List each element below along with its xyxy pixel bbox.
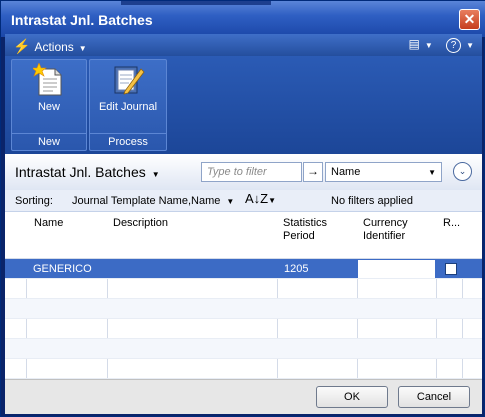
dialog-footer: OK Cancel bbox=[5, 379, 482, 414]
actions-menu[interactable]: ⚡ Actions ▼ bbox=[13, 38, 87, 55]
chevron-down-icon: ▼ bbox=[428, 168, 436, 177]
chevron-down-icon[interactable]: ▼ bbox=[425, 41, 433, 50]
column-header-description[interactable]: Description bbox=[113, 217, 168, 230]
page-title-text: Intrastat Jnl. Batches bbox=[15, 164, 146, 180]
new-button[interactable]: New bbox=[12, 63, 86, 113]
data-grid: Name Description Statistics Period Curre… bbox=[5, 212, 482, 379]
sorting-label: Sorting: bbox=[15, 195, 53, 207]
ribbon-group-label: Process bbox=[90, 133, 166, 150]
page-title[interactable]: Intrastat Jnl. Batches ▼ bbox=[15, 164, 160, 180]
lightning-icon: ⚡ bbox=[13, 38, 31, 54]
sort-order-icon[interactable]: A↓Z▼ bbox=[245, 191, 276, 206]
chevron-down-icon: ▼ bbox=[78, 44, 87, 53]
filter-field-value: Name bbox=[331, 166, 361, 178]
table-row[interactable] bbox=[5, 319, 482, 339]
ribbon-group-process: Edit Journal Process bbox=[89, 59, 167, 151]
column-header-statistics-period[interactable]: Statistics Period bbox=[283, 217, 343, 243]
actions-label: Actions bbox=[34, 40, 74, 54]
close-icon: ✕ bbox=[463, 11, 476, 27]
help-icon[interactable]: ? bbox=[446, 38, 462, 53]
r-checkbox[interactable] bbox=[445, 263, 457, 275]
table-row[interactable] bbox=[5, 339, 482, 359]
chevron-down-icon: ▼ bbox=[268, 196, 277, 205]
ribbon-group-label: New bbox=[12, 133, 86, 150]
close-button[interactable]: ✕ bbox=[459, 9, 480, 30]
list-panel: Intrastat Jnl. Batches ▼ Type to filter →… bbox=[5, 154, 482, 379]
window-title: Intrastat Jnl. Batches bbox=[11, 12, 153, 28]
view-options-icon[interactable]: ▤ bbox=[408, 37, 419, 51]
chevron-down-icon[interactable]: ▼ bbox=[466, 41, 474, 50]
sort-bar: Sorting: Journal Template Name,Name ▼ A↓Z… bbox=[5, 190, 482, 212]
filter-status: No filters applied bbox=[331, 195, 413, 207]
column-header-name[interactable]: Name bbox=[34, 217, 63, 230]
edit-journal-label: Edit Journal bbox=[98, 101, 158, 113]
cancel-button[interactable]: Cancel bbox=[398, 386, 470, 408]
cell-name: GENERICO bbox=[33, 263, 92, 275]
sorting-value: Journal Template Name,Name bbox=[72, 195, 221, 207]
ok-button[interactable]: OK bbox=[316, 386, 388, 408]
grid-header: Name Description Statistics Period Curre… bbox=[5, 212, 482, 259]
actions-bar: ⚡ Actions ▼ ▤ ▼ ? ▼ bbox=[5, 34, 482, 56]
table-row[interactable]: GENERICO 1205 bbox=[5, 259, 482, 279]
ribbon-group-new: New New bbox=[11, 59, 87, 151]
edit-journal-icon bbox=[114, 66, 145, 95]
toolbar-right: ▤ ▼ ? ▼ bbox=[408, 37, 474, 53]
new-button-label: New bbox=[37, 101, 60, 113]
filter-field-select[interactable]: Name ▼ bbox=[325, 162, 442, 182]
dialog-window: Intrastat Jnl. Batches ✕ ⚡ Actions ▼ ▤ ▼ ? ▼ bbox=[0, 0, 485, 417]
new-document-icon bbox=[33, 63, 62, 96]
sorting-select[interactable]: Journal Template Name,Name ▼ bbox=[72, 195, 234, 207]
background-window-strip bbox=[121, 1, 271, 5]
table-row[interactable] bbox=[5, 359, 482, 379]
sort-order-glyph: A↓Z bbox=[245, 191, 269, 206]
table-row[interactable] bbox=[5, 299, 482, 319]
expand-filter-icon[interactable]: ⌄ bbox=[453, 162, 472, 181]
column-header-currency-identifier[interactable]: Currency Identifier bbox=[363, 217, 423, 243]
cell-statistics-period: 1205 bbox=[284, 263, 309, 275]
table-row[interactable] bbox=[5, 279, 482, 299]
chevron-down-icon: ▼ bbox=[226, 197, 235, 206]
list-header: Intrastat Jnl. Batches ▼ Type to filter →… bbox=[5, 154, 482, 190]
currency-identifier-input[interactable] bbox=[358, 260, 435, 278]
ribbon: New New Edit Journal Process bbox=[5, 56, 482, 154]
filter-input[interactable]: Type to filter bbox=[201, 162, 302, 182]
edit-journal-button[interactable]: Edit Journal bbox=[90, 63, 166, 113]
column-header-r[interactable]: R... bbox=[443, 217, 460, 230]
title-bar[interactable]: Intrastat Jnl. Batches ✕ bbox=[1, 1, 485, 37]
chevron-down-icon: ▼ bbox=[151, 170, 160, 179]
apply-filter-arrow-icon[interactable]: → bbox=[303, 162, 323, 182]
